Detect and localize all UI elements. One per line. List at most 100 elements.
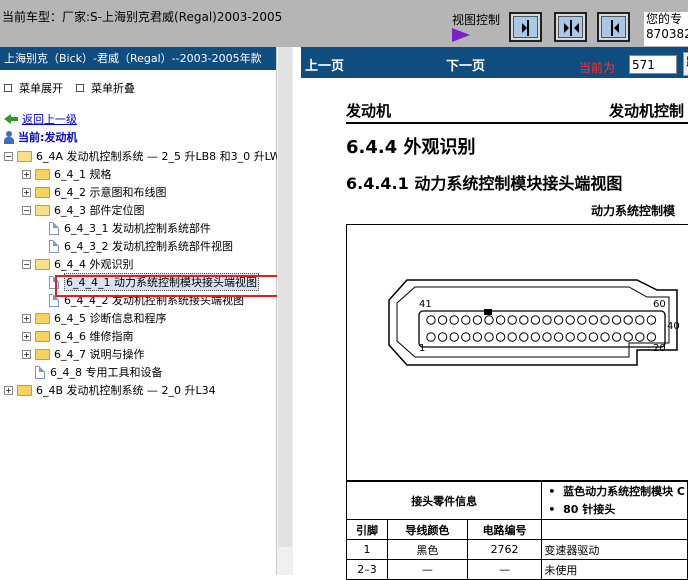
page-nav-bar: 上一页 下一页 当前为 跳	[301, 47, 688, 78]
tree-item[interactable]: +6_4_5 诊断信息和程序	[22, 309, 167, 327]
tree-item[interactable]: − 6_4A 发动机控制系统 — 2_5 升LB8 和3_0 升LW9	[4, 147, 288, 165]
connector-pin	[426, 332, 436, 342]
tree-item[interactable]: +6_4_2 示意图和布线图	[22, 183, 167, 201]
menu-expand-button[interactable]: 菜单展开	[4, 80, 63, 96]
user-info-line1: 您的专	[646, 12, 683, 26]
go-page-button[interactable]: 跳	[683, 52, 688, 76]
tree-panel-header: 上海别克（Bick）-君威（Regal）--2003-2005年款	[0, 47, 276, 70]
connector-pin	[542, 315, 552, 325]
panel-right-icon	[513, 16, 538, 38]
connector-pin	[472, 315, 483, 325]
document-icon	[35, 365, 45, 379]
scrollbar-thumb[interactable]	[278, 47, 292, 547]
connector-pin	[507, 315, 517, 325]
menu-collapse-button[interactable]: 菜单折叠	[76, 80, 135, 96]
cell-color: 黑色	[387, 539, 468, 560]
current-location: 当前:发动机	[4, 128, 77, 146]
table-header-row: 引脚 导线颜色 电路编号	[345, 519, 688, 540]
folder-open-icon	[17, 150, 32, 162]
connector-pin	[437, 315, 448, 325]
tree-item[interactable]: 6_4_3_1 发动机控制系统部件	[40, 219, 211, 237]
expand-toggle-icon[interactable]: +	[22, 169, 31, 179]
connector-pin	[635, 315, 645, 325]
doc-header-right: 发动机控制	[609, 102, 685, 120]
connector-pin	[635, 332, 645, 342]
view-left-panel-button[interactable]	[597, 12, 630, 42]
tree-item[interactable]: +6_4_7 说明与操作	[22, 345, 145, 363]
collapse-toggle-icon[interactable]: −	[4, 151, 13, 161]
tree-scrollbar[interactable]	[277, 47, 293, 575]
connector-pin	[495, 315, 506, 325]
collapse-icon	[76, 84, 84, 92]
expand-icon	[4, 84, 12, 92]
figure-caption: 动力系统控制模	[591, 204, 676, 218]
view-right-panel-button[interactable]	[509, 12, 542, 42]
pin-label-20: 20	[653, 343, 666, 354]
connector-pin	[461, 332, 471, 342]
tree-item-label: 6_4B 发动机控制系统 — 2_0 升L34	[36, 384, 216, 397]
expand-toggle-icon[interactable]: +	[4, 385, 13, 395]
tree-item-label: 6_4_3_2 发动机控制系统部件视图	[64, 240, 233, 253]
panel-left-icon	[601, 16, 626, 38]
page-number-input[interactable]	[629, 55, 677, 74]
tree-item[interactable]: − 6_4_3 部件定位图	[22, 201, 145, 219]
connector-pin	[519, 315, 529, 325]
col-header-pin: 引脚	[345, 519, 389, 540]
info-item: • 蓝色动力系统控制模块 C	[548, 484, 685, 498]
tree-item-label: 6_4_4 外观识别	[54, 258, 134, 271]
folder-open-icon	[35, 204, 50, 216]
back-link[interactable]: 返回上一级	[4, 110, 77, 128]
view-arrow-icon[interactable]	[452, 28, 470, 42]
folder-icon	[35, 348, 50, 360]
tree-item-label: 6_4_8 专用工具和设备	[50, 366, 163, 379]
back-link-label: 返回上一级	[22, 113, 77, 126]
connector-pin	[484, 315, 494, 325]
connector-pin	[542, 332, 552, 342]
connector-pin	[507, 332, 517, 342]
tree-item[interactable]: +6_4_6 维修指南	[22, 327, 134, 345]
collapse-toggle-icon[interactable]: −	[22, 205, 31, 215]
tree-item[interactable]: 6_4_3_2 发动机控制系统部件视图	[40, 237, 233, 255]
current-location-label: 当前:发动机	[18, 131, 78, 144]
tree-item-label: 6_4_3 部件定位图	[54, 204, 145, 217]
info-item-text: 80 针接头	[563, 502, 616, 516]
connector-pin	[611, 315, 622, 325]
table-row: 2–3 — — 未使用	[345, 559, 688, 580]
pin-label-1: 1	[419, 343, 426, 354]
document-icon	[49, 221, 59, 235]
info-items: • 蓝色动力系统控制模块 C • 80 针接头	[541, 481, 688, 520]
tree-item[interactable]: − 6_4_4 外观识别	[22, 255, 134, 273]
header-divider	[346, 122, 688, 124]
view-split-button[interactable]	[554, 12, 587, 42]
connector-pin	[600, 315, 610, 325]
folder-icon	[17, 384, 32, 396]
tree-item[interactable]: 6_4_8 专用工具和设备	[22, 363, 163, 381]
location-icon	[4, 130, 14, 144]
expand-toggle-icon[interactable]: +	[22, 187, 31, 197]
tree-item-label: 6_4_1 规格	[54, 168, 112, 181]
collapse-toggle-icon[interactable]: −	[22, 259, 31, 269]
pin-table: 接头零件信息 • 蓝色动力系统控制模块 C • 80 针接头 引脚 导线颜色 电…	[345, 481, 688, 580]
connector-pin	[600, 332, 610, 342]
info-item-text: 蓝色动力系统控制模块 C	[563, 484, 685, 498]
connector-pin	[426, 315, 436, 325]
connector-pin	[553, 315, 564, 325]
current-car-model: 当前车型：厂家:S-上海别克君威(Regal)2003-2005	[2, 10, 283, 24]
expand-toggle-icon[interactable]: +	[22, 313, 31, 323]
connector-pin	[449, 315, 459, 325]
expand-toggle-icon[interactable]: +	[22, 349, 31, 359]
cell-circuit: —	[466, 559, 543, 580]
tree-item[interactable]: +6_4B 发动机控制系统 — 2_0 升L34	[4, 381, 216, 399]
prev-page-link[interactable]: 上一页	[305, 55, 344, 74]
connector-pin	[472, 332, 483, 342]
folder-icon	[35, 186, 50, 198]
cell-function: 变速器驱动	[541, 539, 688, 560]
next-page-link[interactable]: 下一页	[446, 55, 485, 74]
connector-pin	[646, 332, 657, 342]
back-arrow-icon	[4, 114, 18, 124]
connector-pin	[437, 332, 448, 342]
expand-toggle-icon[interactable]: +	[22, 331, 31, 341]
connector-pin	[530, 332, 541, 342]
folder-icon	[35, 330, 50, 342]
tree-item[interactable]: +6_4_1 规格	[22, 165, 112, 183]
